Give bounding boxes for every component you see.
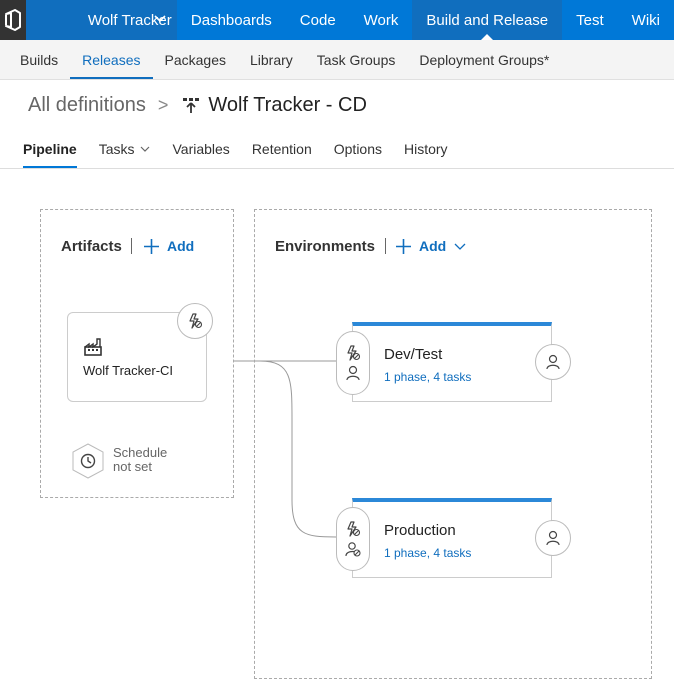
add-artifact-label: Add (167, 238, 195, 254)
environments-divider (385, 238, 386, 254)
add-environment-label: Add (419, 238, 447, 254)
add-environment-button[interactable]: Add (396, 238, 466, 254)
approver-disabled-icon (345, 542, 361, 557)
environment-card-production[interactable]: Production 1 phase, 4 tasks (352, 498, 552, 578)
plus-icon (396, 238, 411, 254)
chevron-down-icon (454, 243, 466, 250)
post-deployment-approvers-production[interactable] (535, 520, 571, 556)
environment-card-dev-test[interactable]: Dev/Test 1 phase, 4 tasks (352, 322, 552, 402)
schedule-line-1: Schedule (113, 445, 168, 460)
build-artifact-icon (83, 337, 103, 362)
artifacts-divider (131, 238, 132, 254)
environment-name: Dev/Test (384, 346, 443, 363)
pre-deployment-conditions-production[interactable] (336, 507, 370, 571)
lightning-trigger-icon (347, 345, 361, 361)
person-approver-icon (546, 530, 560, 546)
environments-panel (254, 209, 652, 679)
pre-deployment-conditions-dev-test[interactable] (336, 331, 370, 395)
artifact-name: Wolf Tracker-CI (83, 363, 174, 378)
add-artifact-button[interactable]: Add (144, 238, 194, 254)
post-deployment-approvers-dev-test[interactable] (535, 344, 571, 380)
person-approver-icon (546, 354, 560, 370)
plus-icon (144, 238, 159, 254)
environment-phase-summary[interactable]: 1 phase, 4 tasks (384, 370, 471, 384)
schedule-clock-icon[interactable] (71, 443, 105, 479)
lightning-trigger-icon (189, 313, 203, 329)
schedule-status[interactable]: Schedule not set (113, 446, 167, 474)
continuous-deployment-trigger-button[interactable] (177, 303, 213, 339)
artifacts-title: Artifacts (61, 238, 122, 255)
environments-title: Environments (275, 238, 376, 255)
environment-phase-summary[interactable]: 1 phase, 4 tasks (384, 546, 471, 560)
schedule-line-2: not set (113, 459, 153, 474)
person-approver-icon (346, 365, 360, 381)
environment-name: Production (384, 522, 456, 539)
lightning-trigger-icon (347, 521, 361, 537)
